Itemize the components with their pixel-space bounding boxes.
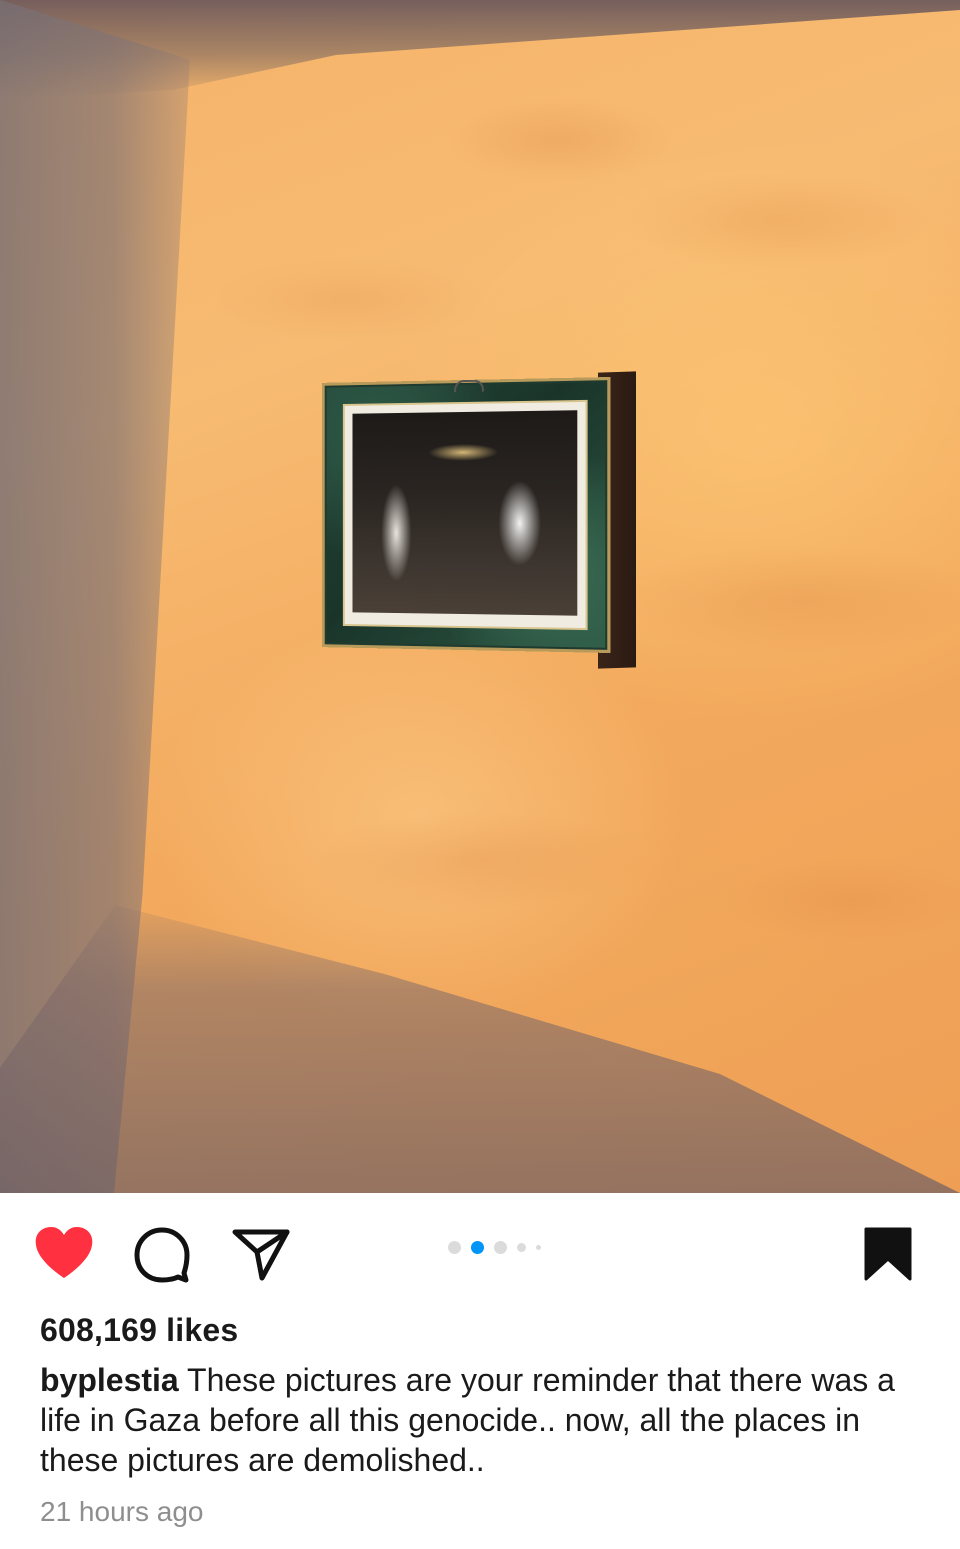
framed-photo (318, 370, 638, 670)
picture-frame (321, 377, 611, 653)
post-action-bar (0, 1193, 960, 1311)
frame-mat (342, 399, 588, 631)
carousel-dot (471, 1240, 484, 1254)
heart-filled-icon (35, 1227, 93, 1278)
carousel-dot (494, 1240, 507, 1254)
likes-count[interactable]: 608,169 likes (40, 1312, 238, 1349)
carousel-dot (536, 1244, 541, 1250)
old-photograph (352, 410, 578, 616)
share-button[interactable] (232, 1227, 290, 1281)
comment-button[interactable] (134, 1227, 190, 1283)
comment-icon (134, 1227, 190, 1283)
caption-username[interactable]: byplestia (40, 1362, 179, 1398)
carousel-dot (517, 1242, 526, 1252)
post-caption: byplestia These pictures are your remind… (40, 1360, 920, 1480)
bookmark-filled-icon (864, 1227, 912, 1281)
carousel-indicator (448, 1240, 541, 1254)
post-image[interactable] (0, 0, 960, 1193)
post-timestamp: 21 hours ago (40, 1496, 204, 1527)
frame-hanger (454, 379, 484, 393)
share-paper-plane-icon (232, 1229, 290, 1281)
carousel-dot (448, 1240, 461, 1254)
save-button[interactable] (862, 1227, 914, 1281)
like-button[interactable] (34, 1226, 94, 1280)
